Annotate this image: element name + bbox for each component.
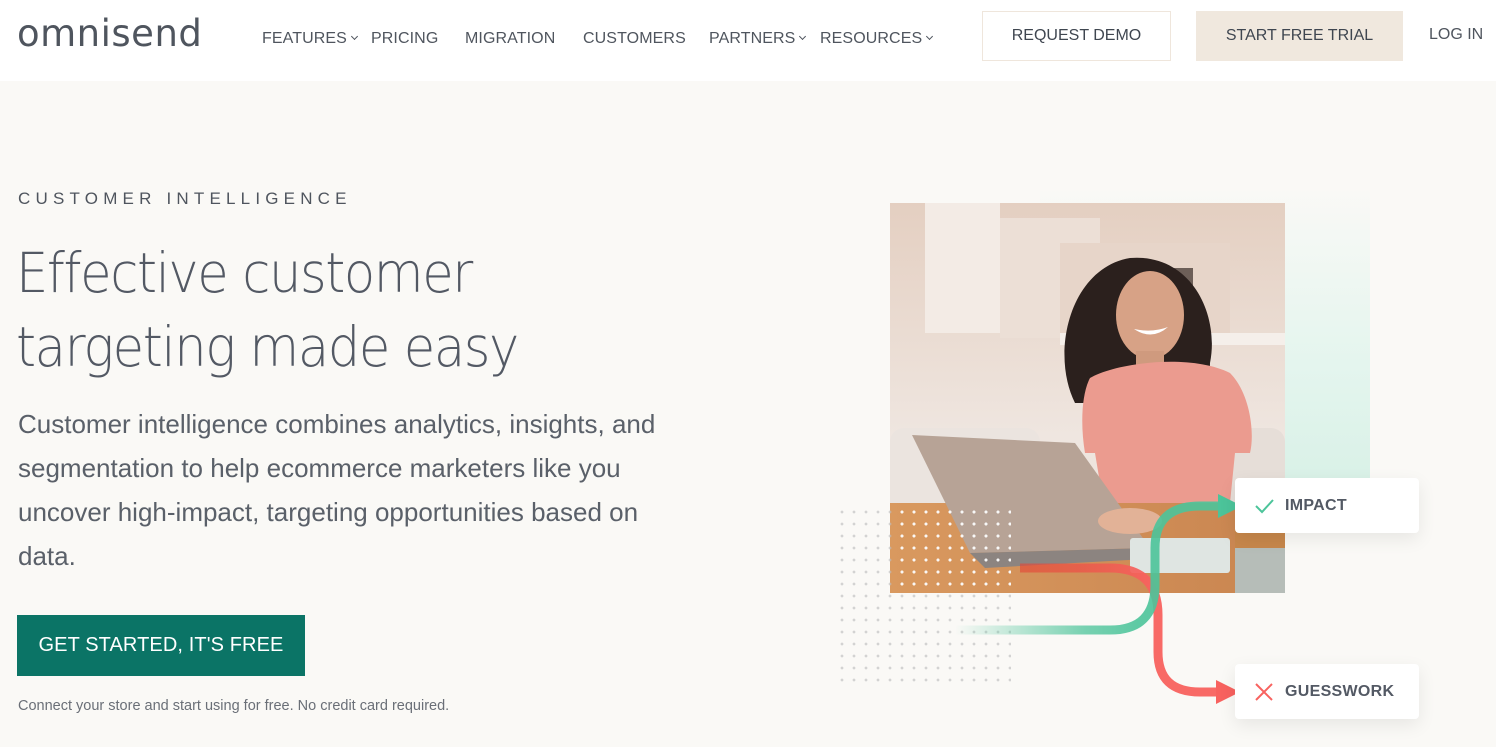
impact-label: IMPACT <box>1285 496 1347 514</box>
nav-item-migration[interactable]: MIGRATION <box>465 29 555 49</box>
guesswork-label: GUESSWORK <box>1285 682 1395 700</box>
site-header: omnisend FEATURES PRICING MIGRATION CUST… <box>0 0 1496 81</box>
page-title: Effective customer targeting made easy <box>16 236 667 384</box>
chevron-down-icon <box>926 32 934 41</box>
guesswork-card: GUESSWORK <box>1235 664 1419 719</box>
nav-label: RESOURCES <box>820 30 923 47</box>
check-icon <box>1255 498 1274 513</box>
get-started-button[interactable]: GET STARTED, IT'S FREE <box>17 615 305 676</box>
request-demo-button[interactable]: REQUEST DEMO <box>982 11 1171 61</box>
dot-pattern-overlay <box>896 506 1011 593</box>
no-credit-card-note: Connect your store and start using for f… <box>18 698 450 714</box>
nav-label: MIGRATION <box>465 30 556 47</box>
headline-line-1: Effective customer <box>16 241 473 305</box>
chevron-down-icon <box>799 32 807 41</box>
nav-label: PARTNERS <box>709 30 796 47</box>
nav-item-pricing[interactable]: PRICING <box>371 29 438 49</box>
nav-label: PRICING <box>371 30 439 47</box>
impact-card: IMPACT <box>1235 478 1419 533</box>
hero-description: Customer intelligence combines analytics… <box>18 409 656 571</box>
nav-item-customers[interactable]: CUSTOMERS <box>583 29 686 49</box>
nav-item-partners[interactable]: PARTNERS <box>709 29 807 49</box>
nav-label: FEATURES <box>262 30 347 47</box>
eyebrow-label: CUSTOMER INTELLIGENCE <box>18 189 352 208</box>
x-icon <box>1255 682 1273 701</box>
nav-item-resources[interactable]: RESOURCES <box>820 29 934 49</box>
omnisend-logo[interactable]: omnisend <box>17 12 202 56</box>
start-free-trial-button[interactable]: START FREE TRIAL <box>1196 11 1403 61</box>
nav-label: CUSTOMERS <box>583 30 686 47</box>
nav-item-features[interactable]: FEATURES <box>262 29 359 49</box>
chevron-down-icon <box>350 32 359 41</box>
log-in-link[interactable]: LOG IN <box>1429 25 1483 45</box>
headline-line-2: targeting made easy <box>16 315 519 379</box>
